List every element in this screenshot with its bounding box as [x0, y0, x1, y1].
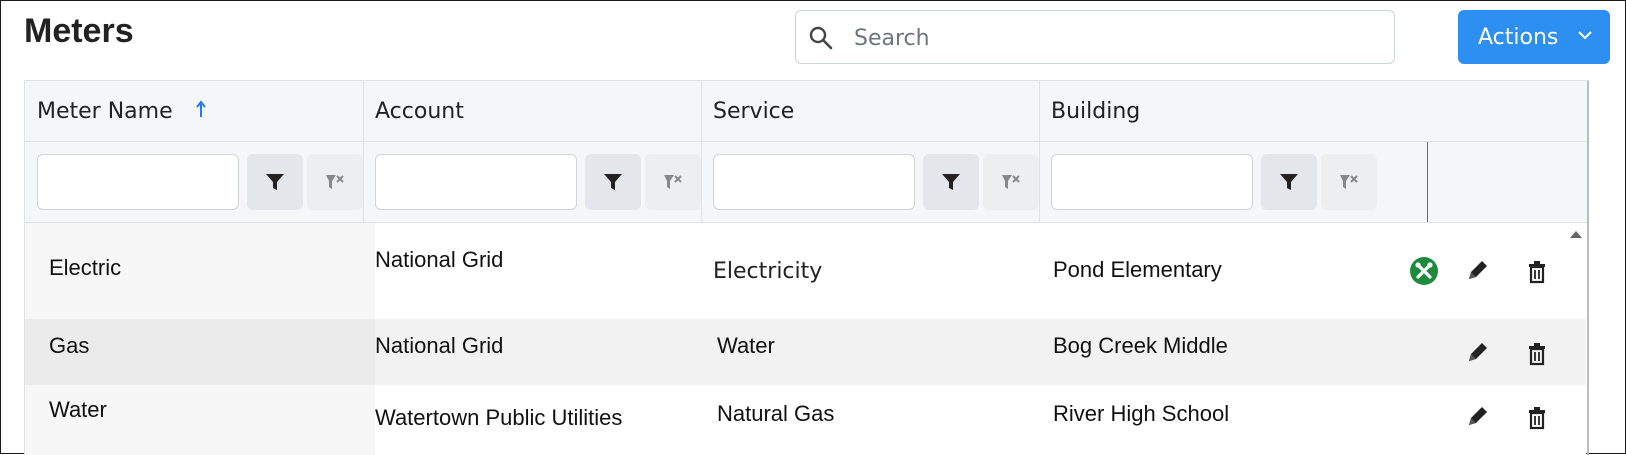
table-row[interactable]: Water Watertown Public Utilities Natural…: [25, 385, 1586, 455]
service-filter-button[interactable]: [923, 154, 979, 210]
filter-icon: [942, 174, 960, 190]
column-divider: [363, 81, 364, 141]
filter-icon: [266, 174, 284, 190]
clear-filter-icon: [664, 175, 682, 189]
service-cell: Natural Gas: [717, 401, 835, 426]
column-divider: [701, 142, 702, 222]
search-box[interactable]: [795, 10, 1395, 64]
building-filter-button[interactable]: [1261, 154, 1317, 210]
pencil-icon[interactable]: [1461, 337, 1493, 369]
filter-icon: [1280, 174, 1298, 190]
actions-button[interactable]: Actions: [1458, 10, 1610, 64]
account-filter-input[interactable]: [375, 154, 577, 210]
search-icon: [809, 26, 833, 50]
meter-name-cell: Gas: [49, 333, 90, 358]
account-cell: National Grid: [375, 247, 504, 272]
service-clear-filter-button[interactable]: [983, 154, 1039, 210]
column-divider: [701, 81, 702, 141]
account-cell: Watertown Public Utilities: [375, 405, 623, 430]
filter-actions-divider: [1427, 142, 1428, 222]
column-divider: [1039, 142, 1040, 222]
clear-filter-icon: [326, 175, 344, 189]
actions-label: Actions: [1478, 24, 1559, 50]
meter-name-filter-button[interactable]: [247, 154, 303, 210]
filter-icon: [604, 174, 622, 190]
page-title: Meters: [24, 12, 134, 50]
account-cell: National Grid: [375, 333, 504, 358]
pencil-icon[interactable]: [1461, 255, 1493, 287]
building-clear-filter-button[interactable]: [1321, 154, 1377, 210]
scroll-up-arrow-icon[interactable]: [1569, 229, 1583, 239]
pencil-icon[interactable]: [1461, 401, 1493, 433]
building-cell: Bog Creek Middle: [1053, 333, 1228, 358]
meter-name-filter-input[interactable]: [37, 154, 239, 210]
account-clear-filter-button[interactable]: [645, 154, 701, 210]
meter-name-cell: Electric: [49, 255, 122, 280]
column-header-service[interactable]: Service: [713, 99, 794, 124]
column-header-building[interactable]: Building: [1051, 99, 1140, 124]
table-row[interactable]: Gas National Grid Water Bog Creek Middle: [25, 319, 1586, 385]
column-divider: [1039, 81, 1040, 141]
meter-name-cell: Water: [49, 397, 107, 422]
grid-right-border: [1587, 81, 1589, 455]
meters-grid: Meter Name Account Service Building Elec…: [24, 80, 1589, 455]
service-cell: Electricity: [713, 259, 823, 284]
grid-header: Meter Name Account Service Building: [25, 81, 1588, 142]
building-cell: River High School: [1053, 401, 1230, 426]
tools-icon[interactable]: [1409, 256, 1439, 286]
building-filter-input[interactable]: [1051, 154, 1253, 210]
search-input[interactable]: [852, 19, 1376, 57]
account-filter-button[interactable]: [585, 154, 641, 210]
meter-name-clear-filter-button[interactable]: [307, 154, 363, 210]
trash-icon[interactable]: [1521, 337, 1553, 369]
table-row[interactable]: Electric National Grid Electricity Pond …: [25, 223, 1586, 319]
filter-row: [25, 142, 1588, 223]
service-cell: Water: [717, 333, 775, 358]
chevron-down-icon: [1578, 31, 1592, 40]
sort-ascending-arrow-icon[interactable]: [195, 99, 207, 119]
column-header-meter-name[interactable]: Meter Name: [37, 99, 173, 124]
trash-icon[interactable]: [1521, 401, 1553, 433]
building-cell: Pond Elementary: [1053, 257, 1222, 282]
trash-icon[interactable]: [1521, 255, 1553, 287]
column-header-account[interactable]: Account: [375, 99, 464, 124]
column-divider: [363, 142, 364, 222]
service-filter-input[interactable]: [713, 154, 915, 210]
clear-filter-icon: [1002, 175, 1020, 189]
clear-filter-icon: [1340, 175, 1358, 189]
